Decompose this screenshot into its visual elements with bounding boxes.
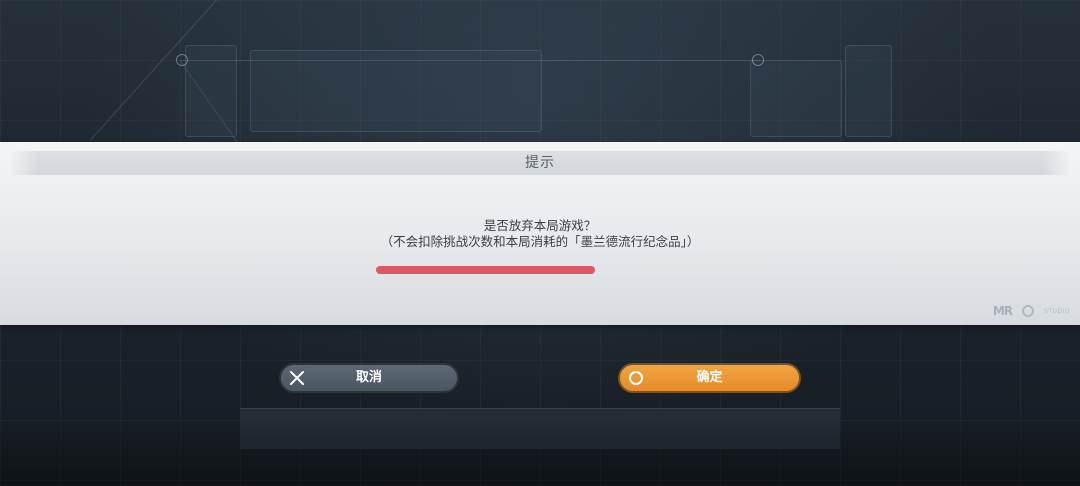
highlight-underline (376, 266, 595, 274)
background-panel (185, 45, 237, 137)
confirm-button[interactable]: 确定 (618, 363, 801, 393)
background-panel (250, 50, 542, 132)
background-panel (845, 45, 892, 137)
background-panel (750, 60, 842, 137)
dialog-message: 是否放弃本局游戏？ （不会扣除挑战次数和本局消耗的「墨兰德流行纪念品」） (0, 218, 1080, 250)
cancel-button[interactable]: 取消 (279, 363, 459, 393)
dialog-title: 提示 (525, 155, 555, 171)
mr-logo: MR (992, 304, 1013, 318)
publisher-logos: MR STUDIO (993, 303, 1070, 319)
background-node-icon (176, 54, 188, 66)
background-shade (0, 416, 1080, 486)
confirm-button-label: 确定 (696, 370, 723, 385)
studio-logo-icon (1022, 305, 1035, 317)
dialog-title-bar: 提示 (11, 151, 1069, 175)
studio-logo-text: STUDIO (1044, 307, 1070, 315)
dialog-message-line2: （不会扣除挑战次数和本局消耗的「墨兰德流行纪念品」） (380, 234, 700, 249)
dialog-message-line1: 是否放弃本局游戏？ (483, 218, 597, 233)
game-screen: 提示 是否放弃本局游戏？ （不会扣除挑战次数和本局消耗的「墨兰德流行纪念品」） … (0, 0, 1080, 486)
confirm-dialog: 提示 是否放弃本局游戏？ （不会扣除挑战次数和本局消耗的「墨兰德流行纪念品」） … (0, 142, 1080, 325)
cancel-button-label: 取消 (355, 370, 382, 385)
background-node-icon (752, 54, 764, 66)
